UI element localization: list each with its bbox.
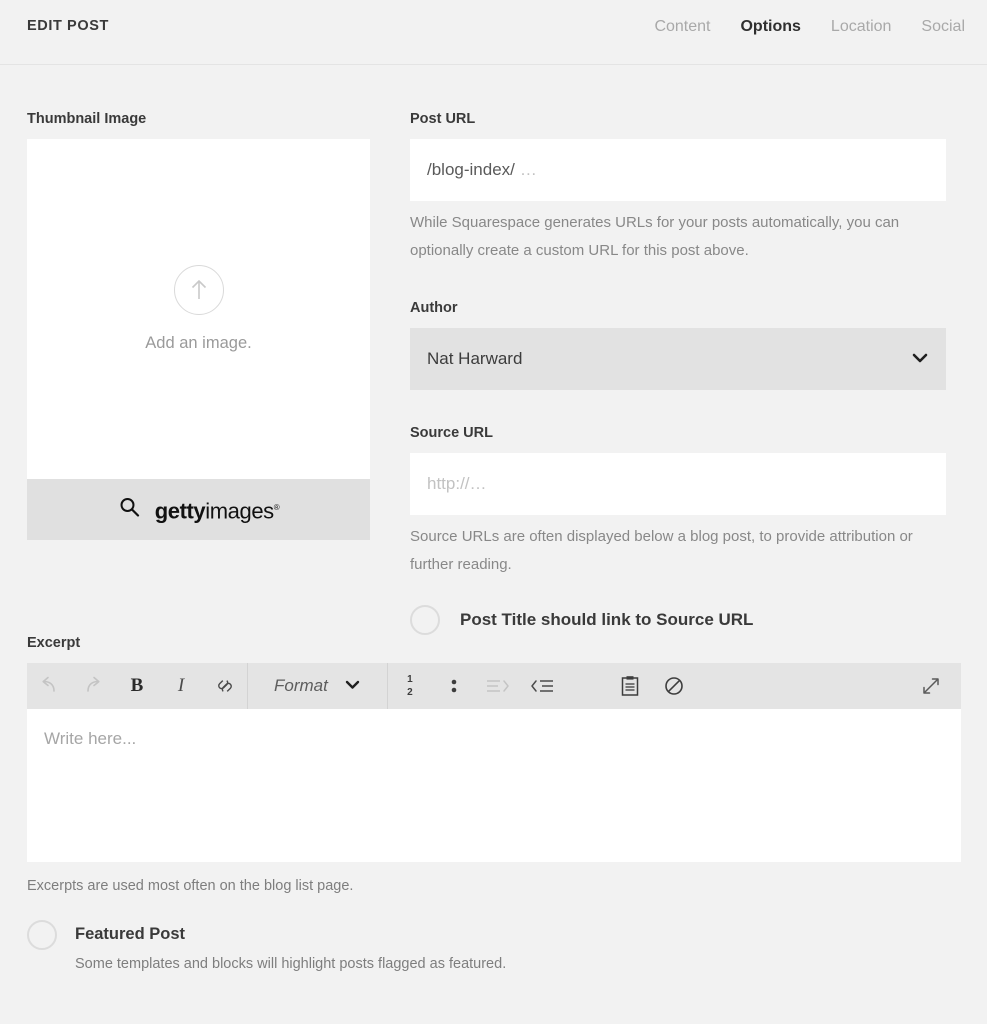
author-label: Author <box>410 300 458 316</box>
excerpt-label: Excerpt <box>27 635 81 651</box>
toolbar-group-history-style: B I <box>27 663 247 709</box>
italic-icon[interactable]: I <box>159 663 203 709</box>
source-url-help-text: Source URLs are often displayed below a … <box>410 528 913 573</box>
tab-bar: Content Options Location Social <box>654 16 965 38</box>
post-url-suffix: … <box>519 160 537 179</box>
tab-content[interactable]: Content <box>654 16 710 38</box>
getty-logo-trademark: ® <box>273 502 280 512</box>
tab-social[interactable]: Social <box>921 16 965 38</box>
outdent-icon[interactable] <box>520 663 564 709</box>
author-selected-value: Nat Harward <box>427 349 523 368</box>
options-column: Post URL /blog-index/ … While Squarespac… <box>410 110 946 635</box>
expand-icon[interactable] <box>909 663 953 709</box>
excerpt-textarea[interactable]: Write here... <box>27 709 961 862</box>
toolbar-group-paste <box>608 663 696 709</box>
toggle-circle-icon <box>27 920 57 950</box>
edit-post-header: EDIT POST Content Options Location Socia… <box>0 0 987 65</box>
undo-icon[interactable] <box>27 663 71 709</box>
numbered-list-digit-top: 1 <box>407 673 413 685</box>
post-url-help-text: While Squarespace generates URLs for you… <box>410 214 900 259</box>
post-title-link-toggle[interactable]: Post Title should link to Source URL <box>410 605 946 635</box>
thumbnail-dropzone[interactable]: Add an image. <box>27 139 370 479</box>
thumbnail-empty-state: Add an image. <box>27 265 370 353</box>
numbered-list-digit-bottom: 2 <box>407 686 413 698</box>
toolbar-group-lists: 1 2 <box>388 663 564 709</box>
format-dropdown[interactable]: Format <box>248 663 387 709</box>
indent-icon[interactable] <box>476 663 520 709</box>
excerpt-help-text: Excerpts are used most often on the blog… <box>27 878 354 894</box>
getty-logo-bold: getty <box>154 498 206 524</box>
post-url-input[interactable]: /blog-index/ … <box>410 139 946 201</box>
clipboard-paste-icon[interactable] <box>608 663 652 709</box>
redo-icon[interactable] <box>71 663 115 709</box>
bold-icon[interactable]: B <box>115 663 159 709</box>
chevron-down-icon <box>344 677 361 695</box>
arrow-up-circle-icon <box>173 265 224 315</box>
author-select[interactable]: Nat Harward <box>410 328 946 390</box>
featured-post-description: Some templates and blocks will highlight… <box>75 956 507 972</box>
thumbnail-image-label: Thumbnail Image <box>27 111 147 127</box>
page-title: EDIT POST <box>27 18 109 34</box>
post-title-link-toggle-label: Post Title should link to Source URL <box>460 610 754 629</box>
source-url-placeholder: http://… <box>427 474 487 493</box>
source-url-input[interactable]: http://… <box>410 453 946 515</box>
featured-post-label: Featured Post <box>75 925 186 943</box>
excerpt-placeholder: Write here... <box>44 729 137 748</box>
link-icon[interactable] <box>203 663 247 709</box>
getty-logo-light: images <box>205 498 274 524</box>
post-url-value: /blog-index/ <box>427 160 515 179</box>
numbered-list-icon[interactable]: 1 2 <box>388 663 432 709</box>
excerpt-section: Excerpt B I Format 1 2 Write here... Exc… <box>27 634 961 894</box>
tab-options[interactable]: Options <box>740 16 800 38</box>
bulleted-list-icon[interactable] <box>432 663 476 709</box>
toggle-circle-icon <box>410 605 440 635</box>
excerpt-editor-toolbar: B I Format 1 2 <box>27 663 961 709</box>
post-url-label: Post URL <box>410 111 476 127</box>
search-icon <box>118 496 140 523</box>
no-formatting-icon[interactable] <box>652 663 696 709</box>
chevron-down-icon <box>911 349 929 369</box>
source-url-label: Source URL <box>410 425 493 441</box>
tab-location[interactable]: Location <box>831 16 892 38</box>
format-dropdown-label: Format <box>274 676 328 695</box>
featured-post-section: Featured Post Some templates and blocks … <box>27 920 727 975</box>
getty-images-logo: gettyimages® <box>155 496 280 523</box>
featured-post-text-block: Featured Post Some templates and blocks … <box>75 920 506 975</box>
thumbnail-column: Thumbnail Image Add an image. gettyimage… <box>27 110 370 540</box>
thumbnail-placeholder-text: Add an image. <box>145 334 252 352</box>
getty-images-search-button[interactable]: gettyimages® <box>27 479 370 540</box>
featured-post-toggle[interactable]: Featured Post Some templates and blocks … <box>27 920 727 975</box>
